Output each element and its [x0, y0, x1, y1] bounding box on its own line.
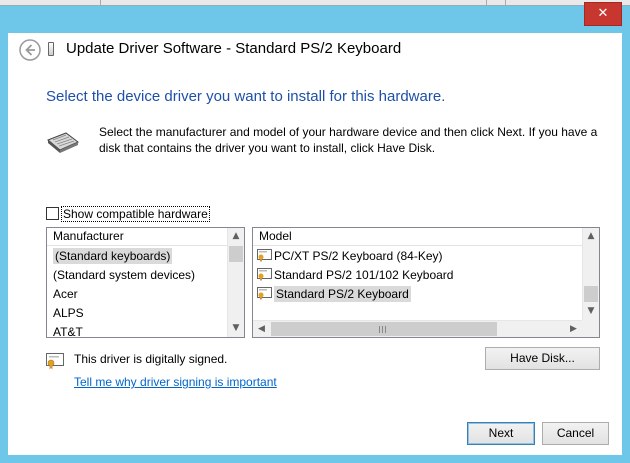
- background-window-strip: [0, 0, 630, 6]
- intro-text: Select the manufacturer and model of you…: [99, 125, 598, 155]
- model-item[interactable]: Standard PS/2 Keyboard: [253, 285, 411, 304]
- window-title: Update Driver Software - Standard PS/2 K…: [66, 40, 402, 57]
- manufacturer-listbox[interactable]: Manufacturer (Standard keyboards) (Stand…: [46, 227, 245, 338]
- signing-status: This driver is digitally signed.: [74, 352, 228, 366]
- show-compatible-label[interactable]: Show compatible hardware: [61, 206, 210, 222]
- cancel-button[interactable]: Cancel: [542, 422, 609, 445]
- close-icon: ✕: [597, 6, 609, 21]
- page-heading: Select the device driver you want to ins…: [46, 88, 446, 105]
- back-arrow-icon[interactable]: [18, 38, 42, 62]
- scroll-thumb[interactable]: [271, 322, 497, 336]
- model-listbox[interactable]: Model PC/XT PS/2 Keyboard (84-Key) Stand…: [252, 227, 600, 338]
- scroll-up-icon[interactable]: ▲: [228, 228, 244, 245]
- scroll-left-icon[interactable]: ◀: [253, 321, 270, 337]
- show-compatible-checkbox[interactable]: [46, 207, 59, 220]
- manufacturer-item[interactable]: ALPS: [47, 304, 84, 323]
- manufacturer-item[interactable]: (Standard system devices): [47, 266, 195, 285]
- manufacturer-item[interactable]: Acer: [47, 285, 78, 304]
- manufacturer-scrollbar[interactable]: ▲ ▼: [227, 228, 244, 337]
- close-button[interactable]: ✕: [584, 2, 622, 26]
- scroll-right-icon[interactable]: ▶: [565, 321, 582, 337]
- model-header: Model: [253, 228, 582, 246]
- manufacturer-item[interactable]: (Standard keyboards): [47, 247, 173, 266]
- manufacturer-item[interactable]: AT&T: [47, 323, 83, 337]
- model-item[interactable]: PC/XT PS/2 Keyboard (84-Key): [253, 247, 443, 266]
- scroll-thumb[interactable]: [229, 246, 243, 262]
- driver-signing-link[interactable]: Tell me why driver signing is important: [74, 375, 277, 389]
- certificate-icon: [46, 353, 64, 370]
- manufacturer-header: Manufacturer: [47, 228, 227, 246]
- scroll-corner: [582, 320, 599, 337]
- driver-cert-icon: [257, 287, 272, 300]
- scroll-down-icon[interactable]: ▼: [228, 320, 244, 337]
- wizard-header: Update Driver Software - Standard PS/2 K…: [8, 33, 622, 69]
- scroll-thumb[interactable]: [584, 286, 598, 302]
- driver-cert-icon: [257, 268, 272, 281]
- scroll-down-icon[interactable]: ▼: [583, 303, 599, 320]
- have-disk-button[interactable]: Have Disk...: [485, 347, 600, 370]
- model-vscrollbar[interactable]: ▲ ▼: [582, 228, 599, 320]
- scroll-up-icon[interactable]: ▲: [583, 228, 599, 245]
- driver-cert-icon: [257, 249, 272, 262]
- device-icon: [48, 42, 54, 56]
- model-item[interactable]: Standard PS/2 101/102 Keyboard: [253, 266, 453, 285]
- next-button[interactable]: Next: [467, 422, 535, 445]
- model-hscrollbar[interactable]: ◀ ▶: [253, 320, 582, 337]
- keyboard-icon: [47, 132, 79, 153]
